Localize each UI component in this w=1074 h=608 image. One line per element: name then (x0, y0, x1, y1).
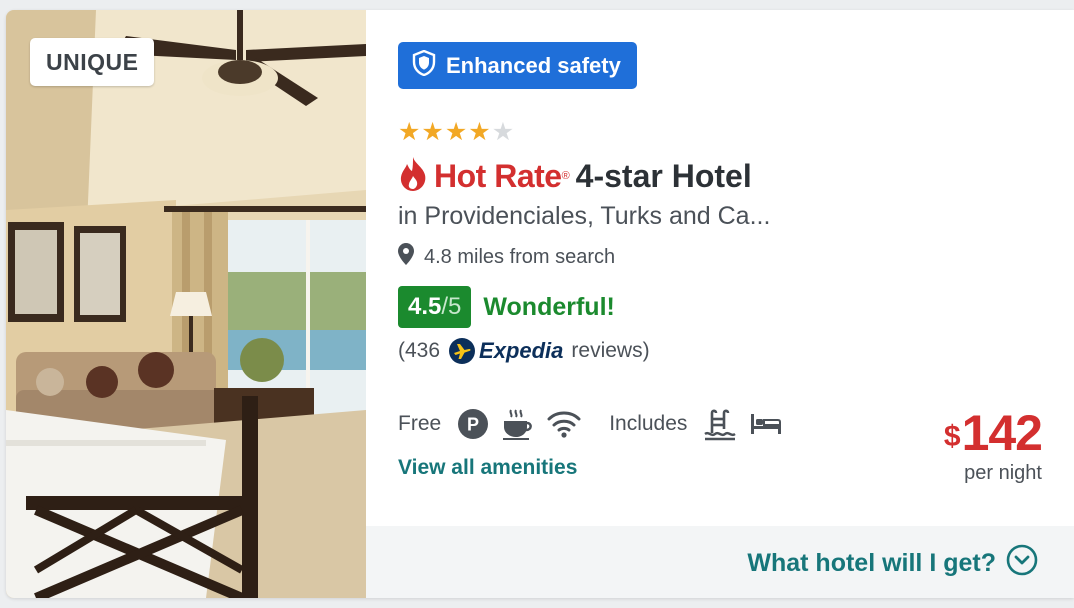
enhanced-safety-badge[interactable]: Enhanced safety (398, 42, 637, 89)
includes-label: Includes (609, 412, 688, 435)
map-pin-icon (398, 243, 414, 271)
coffee-icon (501, 407, 535, 441)
star-empty-icon: ★ (491, 118, 515, 146)
hotel-details: Enhanced safety ★ ★ ★ ★ ★ Hot Rate ® 4-st… (366, 10, 1074, 526)
guest-rating: 4.5/5 Wonderful! (398, 286, 615, 328)
expedia-plane-icon (449, 338, 476, 364)
price-value: 142 (961, 405, 1043, 461)
free-label: Free (398, 412, 442, 435)
hotel-title[interactable]: Hot Rate ® 4-star Hotel (398, 156, 752, 196)
review-count-suffix: reviews) (571, 339, 650, 362)
star-filled-icon: ★ (468, 118, 491, 146)
expedia-logo: Expedia (448, 337, 563, 365)
shield-icon (412, 49, 436, 82)
hotel-photo[interactable]: UNIQUE (6, 10, 366, 598)
guest-score-badge: 4.5/5 (398, 286, 472, 328)
registered-mark: ® (561, 170, 570, 182)
price-unit: per night (964, 462, 1042, 484)
review-count-prefix: (436 (398, 339, 441, 362)
room-image (6, 10, 366, 598)
price-amount: $142 (943, 405, 1043, 461)
view-all-amenities-link[interactable]: View all amenities (398, 456, 577, 480)
hotel-card[interactable]: UNIQUE Enhanced safety ★ ★ ★ ★ ★ Hot Rat… (6, 10, 1074, 598)
guest-score-max: /5 (441, 293, 462, 320)
card-footer: What hotel will I get? (366, 526, 1074, 598)
star-filled-icon: ★ (398, 118, 421, 146)
distance-info: 4.8 miles from search (398, 243, 615, 271)
parking-icon: P (457, 408, 489, 440)
flame-icon (398, 156, 428, 197)
review-count: (436 Expedia reviews) (398, 337, 650, 365)
pool-icon (703, 407, 737, 441)
guest-rating-label: Wonderful! (483, 292, 615, 321)
svg-text:P: P (467, 415, 479, 435)
amenities-row: Free P Includes (398, 407, 795, 441)
price-currency: $ (943, 420, 961, 453)
wifi-icon (547, 409, 581, 439)
what-hotel-will-i-get-link[interactable]: What hotel will I get? (747, 544, 1038, 583)
unique-badge: UNIQUE (30, 38, 155, 86)
guest-score: 4.5 (408, 293, 442, 320)
hotel-location: in Providenciales, Turks and Ca... (398, 202, 771, 230)
star-filled-icon: ★ (421, 118, 444, 146)
chevron-down-circle-icon (1006, 544, 1038, 583)
star-filled-icon: ★ (444, 118, 468, 146)
hot-rate-label: Hot Rate (434, 157, 562, 194)
star-rating: ★ ★ ★ ★ ★ (398, 118, 515, 146)
distance-text: 4.8 miles from search (424, 245, 616, 268)
expedia-wordmark: Expedia (479, 338, 564, 363)
enhanced-safety-label: Enhanced safety (446, 52, 621, 78)
price-block: $142 per night (943, 405, 1043, 485)
what-hotel-label: What hotel will I get? (747, 549, 996, 577)
hotel-class-label: 4-star Hotel (575, 157, 752, 194)
bed-icon (749, 411, 783, 437)
